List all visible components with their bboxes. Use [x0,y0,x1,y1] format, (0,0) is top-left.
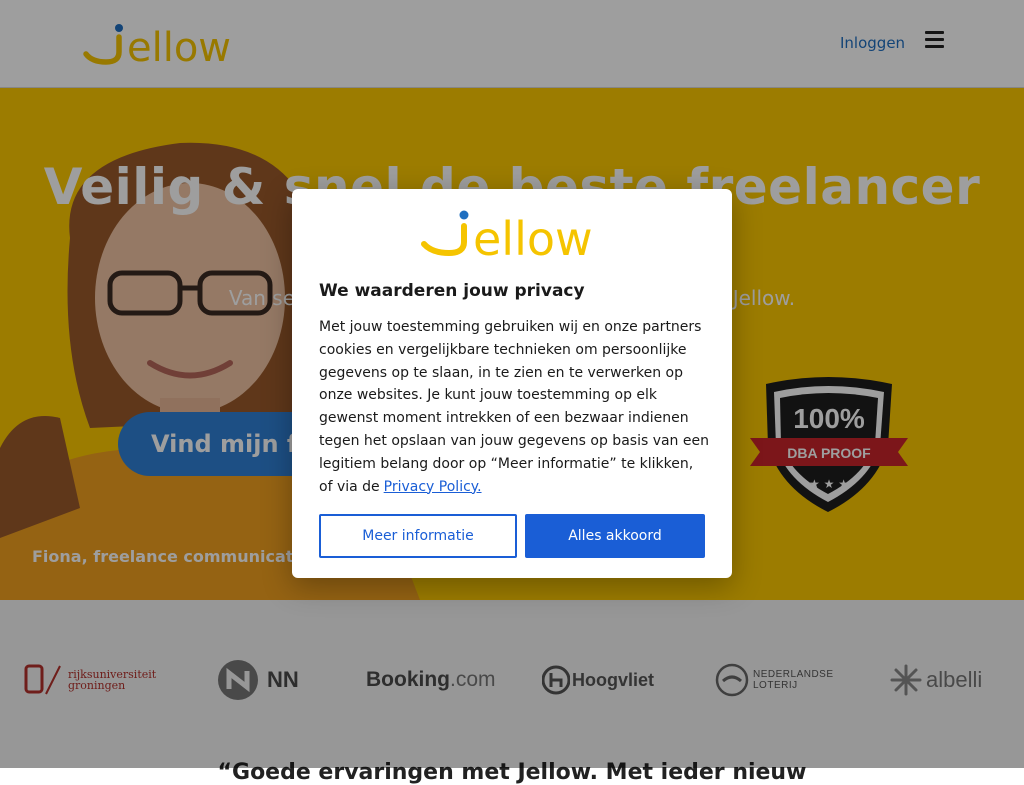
privacy-policy-link[interactable]: Privacy Policy. [384,479,482,495]
more-info-button[interactable]: Meer informatie [319,514,517,558]
consent-body-text: Met jouw toestemming gebruiken wij en on… [319,319,709,495]
accept-all-button[interactable]: Alles akkoord [525,514,705,558]
modal-jellow-logo: ellow [421,210,593,261]
privacy-consent-dialog: ellow We waarderen jouw privacy Met jouw… [292,189,732,578]
consent-title: We waarderen jouw privacy [319,281,585,301]
consent-body: Met jouw toestemming gebruiken wij en on… [319,316,711,498]
svg-text:ellow: ellow [473,212,593,261]
